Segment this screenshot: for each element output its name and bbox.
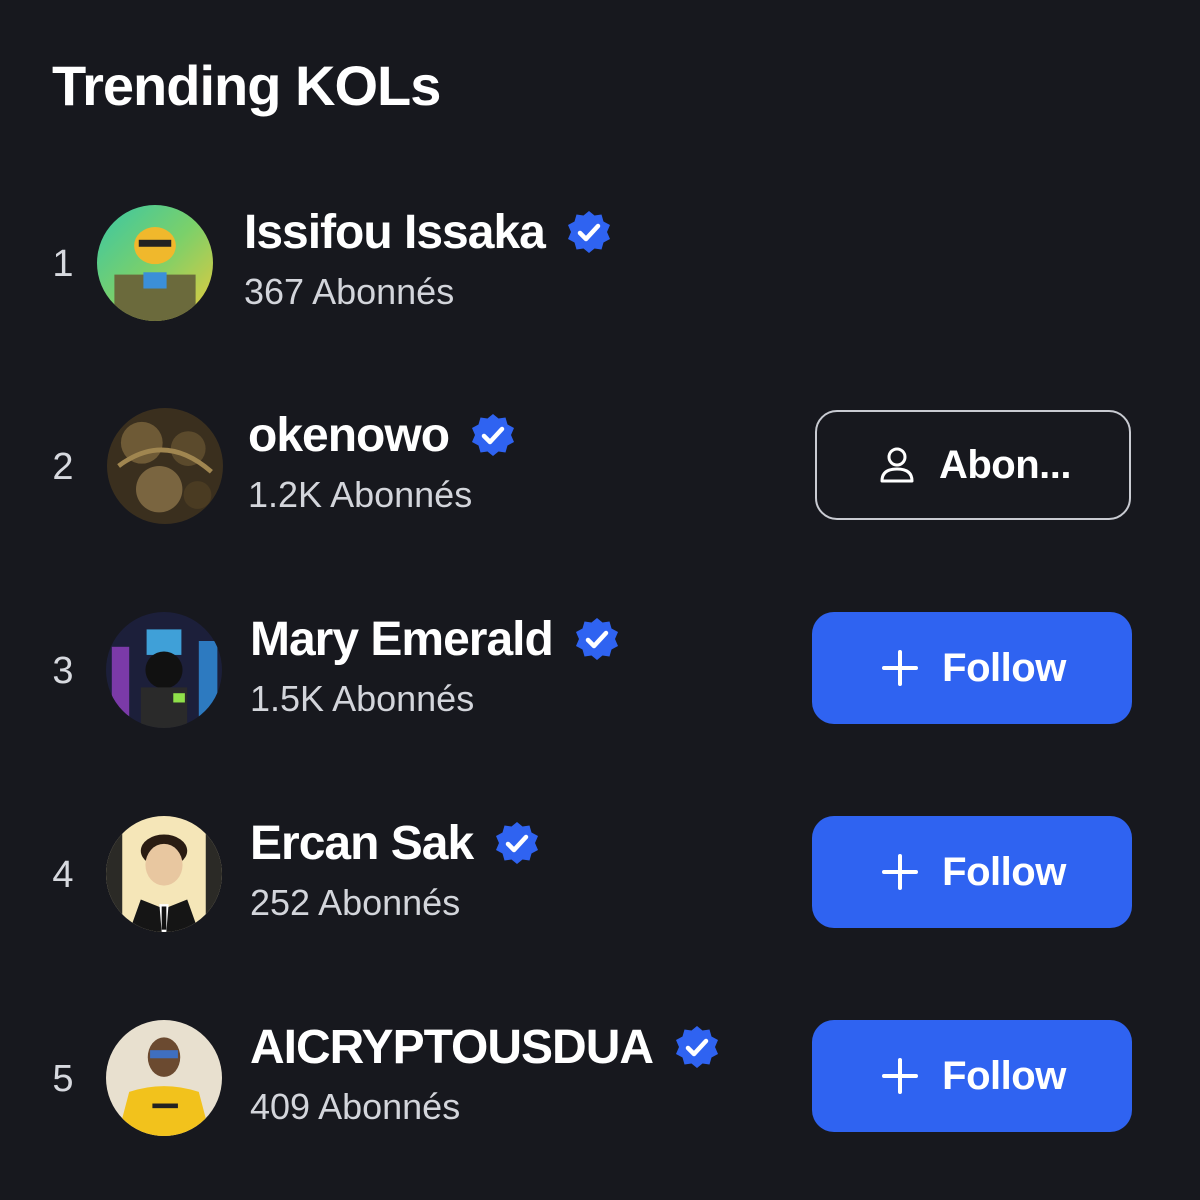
- kol-rank: 4: [52, 854, 74, 896]
- kol-row[interactable]: 3 Mary Emerald 1.5K Abonnés Follow: [0, 610, 1200, 730]
- plus-icon: [878, 850, 922, 894]
- follow-button[interactable]: Follow: [812, 1020, 1132, 1132]
- avatar-neon-cityscape-icon: [106, 612, 222, 728]
- user-icon: [875, 443, 919, 487]
- follow-button[interactable]: Follow: [812, 816, 1132, 928]
- verified-badge-icon: [673, 1024, 721, 1072]
- verified-badge-icon: [565, 209, 613, 257]
- follower-count: 409 Abonnés: [250, 1086, 461, 1127]
- plus-icon: [878, 646, 922, 690]
- avatar-man-in-suit-icon: [106, 816, 222, 932]
- verified-badge-icon: [573, 616, 621, 664]
- avatar[interactable]: [106, 816, 222, 932]
- avatar-ornate-artwork-icon: [107, 408, 223, 524]
- kol-name[interactable]: Issifou Issaka: [244, 205, 546, 261]
- plus-icon: [878, 1054, 922, 1098]
- avatar-cartoon-character-icon: [97, 205, 213, 321]
- follow-button[interactable]: Follow: [812, 612, 1132, 724]
- follow-button-label: Follow: [942, 645, 1066, 690]
- kol-row[interactable]: 2 okenowo 1.2K Abonnés Abon...: [0, 406, 1200, 526]
- avatar[interactable]: [106, 1020, 222, 1136]
- kol-name[interactable]: Ercan Sak: [250, 816, 474, 872]
- avatar[interactable]: [107, 408, 223, 524]
- follower-count: 1.5K Abonnés: [250, 678, 475, 719]
- follow-button-label: Follow: [942, 1053, 1066, 1098]
- follower-count: 367 Abonnés: [244, 271, 455, 312]
- avatar[interactable]: [97, 205, 213, 321]
- subscribed-button[interactable]: Abon...: [815, 410, 1131, 520]
- verified-badge-icon: [493, 820, 541, 868]
- verified-badge-icon: [469, 412, 517, 460]
- kol-name[interactable]: Mary Emerald: [250, 612, 554, 668]
- kol-row[interactable]: 4 Ercan Sak 252 Abonnés Follow: [0, 814, 1200, 934]
- kol-rank: 3: [52, 650, 74, 692]
- avatar[interactable]: [106, 612, 222, 728]
- kol-rank: 2: [52, 446, 74, 488]
- kol-name[interactable]: okenowo: [248, 408, 450, 464]
- subscribed-button-label: Abon...: [938, 442, 1072, 487]
- kol-row[interactable]: 5 AICRYPTOUSDUA 409 Abonnés Follow: [0, 1018, 1200, 1138]
- kol-row[interactable]: 1 Issifou Issaka 367 Abonnés: [0, 203, 1200, 323]
- kol-rank: 1: [52, 243, 74, 285]
- kol-name[interactable]: AICRYPTOUSDUA: [250, 1020, 654, 1076]
- follower-count: 252 Abonnés: [250, 882, 461, 923]
- follow-button-label: Follow: [942, 849, 1066, 894]
- panel-title: Trending KOLs: [52, 54, 441, 117]
- follower-count: 1.2K Abonnés: [248, 474, 473, 515]
- avatar-man-yellow-shirt-icon: [106, 1020, 222, 1136]
- kol-rank: 5: [52, 1058, 74, 1100]
- trending-kols-panel: Trending KOLs 1 Issifou Issaka 367 Abonn…: [0, 0, 1200, 1200]
